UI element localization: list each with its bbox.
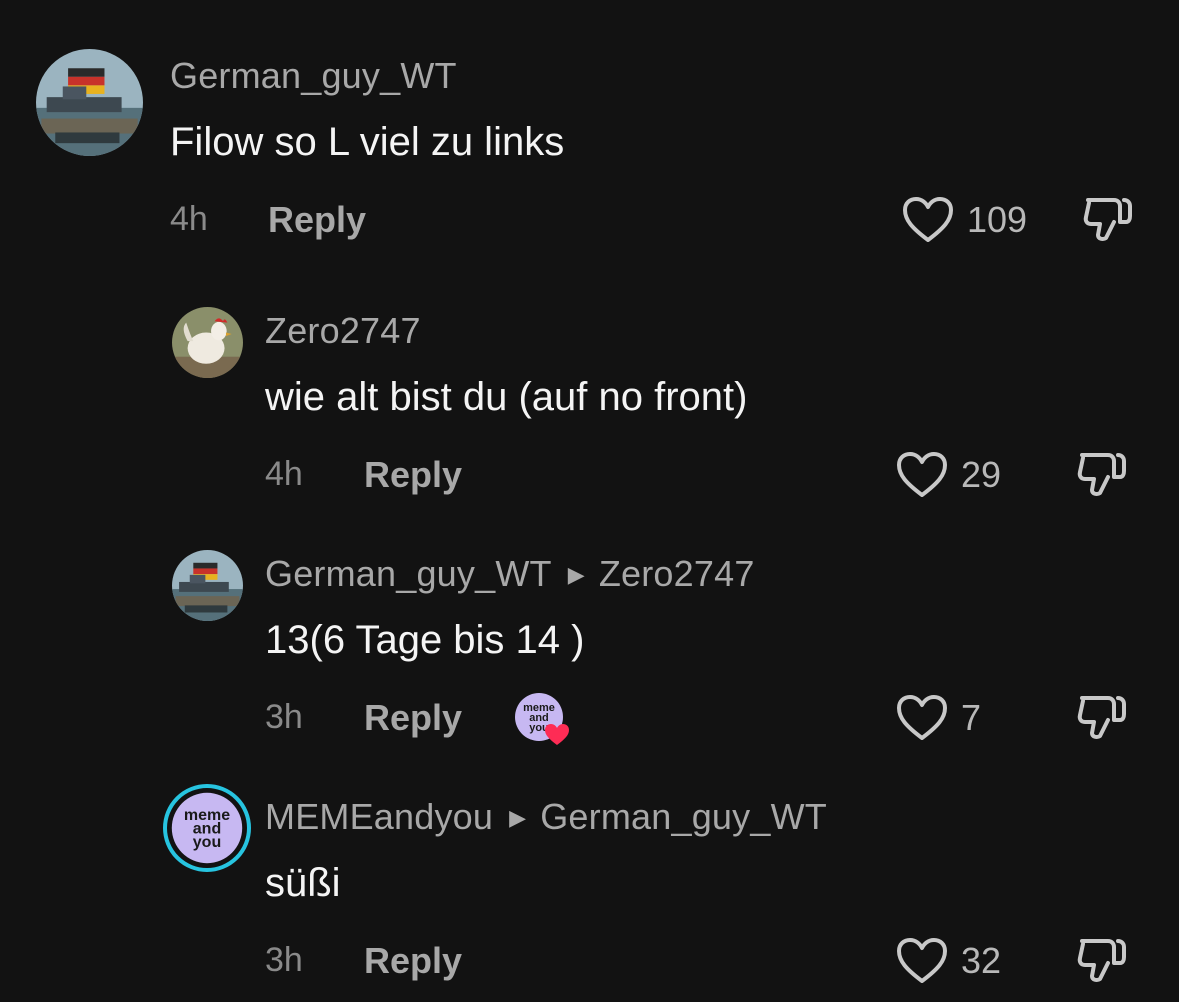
reply-arrow-icon: ▶ <box>567 562 585 587</box>
user-avatar[interactable] <box>36 49 143 156</box>
comment-username[interactable]: German_guy_WT <box>170 55 457 97</box>
like-count: 109 <box>967 199 1028 240</box>
like-count: 32 <box>961 940 1002 981</box>
comment-username[interactable]: MEMEandyou ▶ German_guy_WT <box>265 796 827 838</box>
comment-time: 3h <box>265 698 303 736</box>
heart-outline-icon[interactable] <box>896 937 948 985</box>
comment-text: 13(6 Tage bis 14 ) <box>265 618 585 662</box>
reply-button[interactable]: Reply <box>364 697 462 739</box>
meme-and-you-avatar-icon: meme and you <box>515 693 569 745</box>
comment-text: Filow so L viel zu links <box>170 120 565 164</box>
user-avatar[interactable] <box>172 307 243 378</box>
heart-outline-icon[interactable] <box>896 694 948 742</box>
like-count: 29 <box>961 454 1002 495</box>
heart-outline-icon[interactable] <box>896 451 948 499</box>
svg-text:you: you <box>193 834 221 851</box>
comment-text: süßi <box>265 861 341 905</box>
reply-button[interactable]: Reply <box>364 454 462 496</box>
thumbs-down-icon[interactable] <box>1074 447 1128 501</box>
comment-time: 4h <box>265 455 303 493</box>
reply-to-username[interactable]: German_guy_WT <box>540 796 827 837</box>
reply-arrow-icon: ▶ <box>509 805 527 830</box>
like-count: 7 <box>961 697 982 738</box>
reply-button[interactable]: Reply <box>268 199 366 241</box>
comment-text: wie alt bist du (auf no front) <box>265 375 748 419</box>
comment-username[interactable]: German_guy_WT ▶ Zero2747 <box>265 553 755 595</box>
meme-and-you-avatar-icon: meme and you <box>171 792 243 864</box>
thumbs-down-icon[interactable] <box>1080 192 1134 246</box>
thumbs-down-icon[interactable] <box>1074 690 1128 744</box>
heart-outline-icon[interactable] <box>902 196 954 244</box>
reply-to-username[interactable]: Zero2747 <box>599 553 755 594</box>
comment-time: 3h <box>265 941 303 979</box>
creator-liked-badge: meme and you <box>515 693 569 745</box>
warship-flag-avatar-icon <box>36 49 143 156</box>
user-avatar[interactable] <box>172 550 243 621</box>
comment-username[interactable]: Zero2747 <box>265 310 421 352</box>
user-avatar[interactable]: meme and you <box>163 784 251 872</box>
reply-button[interactable]: Reply <box>364 940 462 982</box>
comment-time: 4h <box>170 200 208 238</box>
rooster-avatar-icon <box>172 307 243 378</box>
thumbs-down-icon[interactable] <box>1074 933 1128 987</box>
warship-flag-avatar-icon <box>172 550 243 621</box>
